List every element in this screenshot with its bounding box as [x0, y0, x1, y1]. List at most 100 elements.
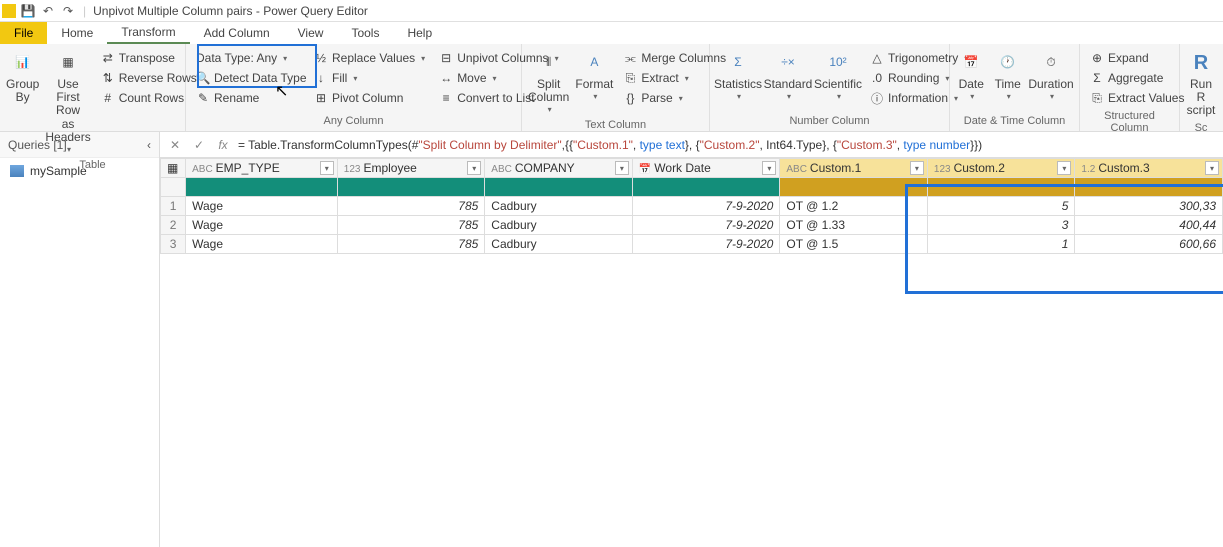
split-column-button[interactable]: ⫴ Split Column▾ [526, 48, 571, 117]
filter-icon[interactable]: ▾ [1205, 161, 1219, 175]
time-label: Time [995, 78, 1021, 91]
row-number: 2 [161, 216, 186, 235]
cell-custom1[interactable]: OT @ 1.5 [780, 235, 928, 254]
window-title: Unpivot Multiple Column pairs - Power Qu… [93, 4, 368, 18]
fx-icon[interactable]: fx [214, 136, 232, 154]
ribbon-group-table-label: Table [4, 157, 181, 173]
cell-company[interactable]: Cadbury [485, 197, 633, 216]
filter-icon[interactable]: ▾ [1057, 161, 1071, 175]
pivot-column-label: Pivot Column [332, 91, 403, 105]
detect-data-type-button[interactable]: 🔍Detect Data Type [190, 68, 306, 88]
table-row[interactable]: 1 Wage 785 Cadbury 7-9-2020 OT @ 1.2 5 3… [161, 197, 1223, 216]
column-header-employee[interactable]: 123Employee▾ [337, 159, 485, 178]
cell-custom3[interactable]: 600,66 [1075, 235, 1223, 254]
data-type-button[interactable]: Data Type: Any▾ [190, 48, 306, 68]
statistics-label: Statistics [714, 78, 762, 91]
ribbon-tabs: File Home Transform Add Column View Tool… [0, 22, 1223, 44]
app-icon [2, 4, 16, 18]
column-header-custom1[interactable]: ABCCustom.1▾ [780, 159, 928, 178]
tab-home[interactable]: Home [47, 22, 107, 44]
filter-icon[interactable]: ▾ [467, 161, 481, 175]
standard-icon: ÷× [773, 50, 803, 76]
tab-view[interactable]: View [284, 22, 338, 44]
format-icon: A [579, 50, 609, 76]
column-header-work-date[interactable]: 📅Work Date▾ [632, 159, 780, 178]
cell-custom2[interactable]: 1 [927, 235, 1075, 254]
cell-emp-type[interactable]: Wage [186, 216, 338, 235]
save-icon[interactable]: 💾 [20, 3, 36, 19]
statistics-button[interactable]: ΣStatistics▾ [714, 48, 762, 104]
cancel-formula-icon[interactable]: ✕ [166, 136, 184, 154]
use-first-row-button[interactable]: ▦ Use First Row as Headers▾ [43, 48, 92, 157]
aggregate-button[interactable]: ΣAggregate [1084, 68, 1190, 88]
cell-company[interactable]: Cadbury [485, 235, 633, 254]
cell-custom1[interactable]: OT @ 1.33 [780, 216, 928, 235]
tab-file[interactable]: File [0, 22, 47, 44]
split-column-icon: ⫴ [534, 50, 564, 76]
tab-help[interactable]: Help [393, 22, 446, 44]
aggregate-label: Aggregate [1108, 71, 1163, 85]
duration-icon: ⏱ [1036, 50, 1066, 76]
tab-transform[interactable]: Transform [107, 22, 189, 44]
time-button[interactable]: 🕐Time▾ [991, 48, 1026, 104]
column-header-custom3[interactable]: 1.2Custom.3▾ [1075, 159, 1223, 178]
expand-icon: ⊕ [1090, 51, 1104, 65]
cell-custom2[interactable]: 5 [927, 197, 1075, 216]
cell-emp-type[interactable]: Wage [186, 235, 338, 254]
count-rows-label: Count Rows [119, 91, 184, 105]
extract-label: Extract [641, 71, 678, 85]
cell-employee[interactable]: 785 [337, 216, 485, 235]
format-button[interactable]: A Format▾ [573, 48, 615, 104]
cell-work-date[interactable]: 7-9-2020 [632, 235, 780, 254]
group-by-label: Group By [6, 78, 39, 104]
rename-button[interactable]: ✎Rename [190, 88, 306, 108]
cell-custom2[interactable]: 3 [927, 216, 1075, 235]
redo-icon[interactable]: ↷ [60, 3, 76, 19]
date-button[interactable]: 📅Date▾ [954, 48, 989, 104]
column-header-emp-type[interactable]: ABCEMP_TYPE▾ [186, 159, 338, 178]
standard-button[interactable]: ÷×Standard▾ [764, 48, 812, 104]
filter-icon[interactable]: ▾ [320, 161, 334, 175]
group-by-icon: 📊 [8, 50, 38, 76]
extract-values-button[interactable]: ⎘Extract Values [1084, 88, 1190, 108]
table-row[interactable]: 2 Wage 785 Cadbury 7-9-2020 OT @ 1.33 3 … [161, 216, 1223, 235]
ribbon-group-date-time: 📅Date▾ 🕐Time▾ ⏱Duration▾ Date & Time Col… [950, 44, 1080, 131]
undo-icon[interactable]: ↶ [40, 3, 56, 19]
expand-button[interactable]: ⊕Expand [1084, 48, 1190, 68]
tab-tools[interactable]: Tools [337, 22, 393, 44]
duration-button[interactable]: ⏱Duration▾ [1027, 48, 1075, 104]
cell-work-date[interactable]: 7-9-2020 [632, 216, 780, 235]
transpose-label: Transpose [119, 51, 175, 65]
table-row[interactable]: 3 Wage 785 Cadbury 7-9-2020 OT @ 1.5 1 6… [161, 235, 1223, 254]
filter-icon[interactable]: ▾ [910, 161, 924, 175]
accept-formula-icon[interactable]: ✓ [190, 136, 208, 154]
formula-text[interactable]: = Table.TransformColumnTypes(#"Split Col… [238, 138, 1217, 152]
column-header-company[interactable]: ABCCOMPANY▾ [485, 159, 633, 178]
ribbon-group-any-column: Data Type: Any▾ 🔍Detect Data Type ✎Renam… [186, 44, 522, 131]
rename-label: Rename [214, 91, 259, 105]
filter-icon[interactable]: ▾ [762, 161, 776, 175]
cell-custom3[interactable]: 400,44 [1075, 216, 1223, 235]
cell-company[interactable]: Cadbury [485, 216, 633, 235]
group-by-button[interactable]: 📊 Group By [4, 48, 41, 106]
scientific-button[interactable]: 10²Scientific▾ [814, 48, 862, 104]
merge-columns-icon: ⫘ [623, 51, 637, 65]
queries-pane: Queries [1] ‹ mySample [0, 132, 160, 547]
replace-values-button[interactable]: ½Replace Values▾ [308, 48, 431, 68]
fill-button[interactable]: ↓Fill▾ [308, 68, 431, 88]
cell-work-date[interactable]: 7-9-2020 [632, 197, 780, 216]
cell-custom1[interactable]: OT @ 1.2 [780, 197, 928, 216]
cell-custom3[interactable]: 300,33 [1075, 197, 1223, 216]
cell-employee[interactable]: 785 [337, 235, 485, 254]
cell-employee[interactable]: 785 [337, 197, 485, 216]
cursor-icon: ↖ [275, 81, 288, 101]
tab-add-column[interactable]: Add Column [190, 22, 284, 44]
trigonometry-icon: △ [870, 51, 884, 65]
pivot-column-button[interactable]: ⊞Pivot Column [308, 88, 431, 108]
run-r-script-button[interactable]: RRun R script [1184, 48, 1218, 120]
ribbon-group-number-column-label: Number Column [714, 113, 945, 129]
column-header-custom2[interactable]: 123Custom.2▾ [927, 159, 1075, 178]
cell-emp-type[interactable]: Wage [186, 197, 338, 216]
filter-icon[interactable]: ▾ [615, 161, 629, 175]
grid-corner[interactable]: ▦ [161, 159, 186, 178]
